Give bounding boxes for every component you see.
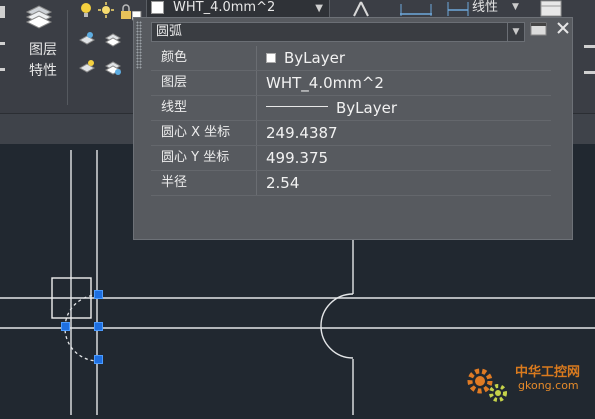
ribbon-separator: [67, 10, 68, 105]
property-value-center-x[interactable]: 249.4387: [266, 123, 338, 143]
column-divider: [256, 46, 257, 70]
column-divider: [256, 96, 257, 120]
property-value-linetype[interactable]: ByLayer: [266, 98, 397, 118]
arc-grip-end[interactable]: [94, 355, 103, 364]
arc-grip-mid[interactable]: [61, 322, 70, 331]
object-type-value: 圆弧: [156, 24, 183, 39]
layer-match-icon[interactable]: [78, 30, 96, 46]
ribbon-edge-right-icon-1[interactable]: [584, 40, 595, 56]
linetype-sample-icon: [266, 106, 328, 107]
sun-icon[interactable]: [98, 2, 114, 18]
property-value-color[interactable]: ByLayer: [266, 48, 345, 68]
property-value-layer[interactable]: WHT_4.0mm^2: [266, 73, 384, 93]
layer-combo[interactable]: WHT_4.0mm^2 ▼: [146, 0, 330, 18]
layer-combo-value: WHT_4.0mm^2: [173, 0, 276, 15]
column-divider: [256, 71, 257, 95]
property-key: 线型: [161, 100, 188, 115]
layer-properties-icon[interactable]: [24, 0, 54, 30]
column-divider: [256, 121, 257, 145]
layer-color-swatch: [151, 1, 164, 14]
dimension-linear-icon[interactable]: [398, 0, 432, 16]
property-row-center-x[interactable]: 圆心 X 坐标 249.4387: [151, 121, 551, 146]
watermark-title: 中华工控网: [515, 365, 581, 380]
close-icon[interactable]: [556, 20, 572, 36]
layer-group-label-line1[interactable]: 图层: [29, 43, 57, 57]
property-key: 圆心 X 坐标: [161, 125, 231, 140]
property-row-linetype[interactable]: 线型 ByLayer: [151, 96, 551, 121]
color-swatch-icon: [266, 52, 276, 63]
watermark-domain: gkong.com: [518, 379, 579, 392]
object-type-dropdown[interactable]: 圆弧 ▼: [151, 22, 525, 42]
chevron-down-icon: ▼: [507, 23, 524, 41]
dimension-icon[interactable]: [446, 0, 469, 16]
layer-isolate-icon[interactable]: [78, 58, 96, 74]
linetype-value: ByLayer: [336, 99, 397, 117]
panel-drag-handle[interactable]: [136, 21, 142, 69]
property-row-color[interactable]: 颜色 ByLayer: [151, 46, 551, 71]
linetype-dropdown-icon[interactable]: ▼: [512, 2, 528, 18]
layer-group-label-line2[interactable]: 特性: [29, 64, 57, 78]
table-icon[interactable]: [540, 0, 562, 17]
ribbon-edge-right-icon-2[interactable]: [584, 66, 595, 82]
customize-ui-icon[interactable]: [530, 21, 547, 37]
gear-icon: [467, 368, 507, 402]
ribbon-edge-icon-1[interactable]: [0, 4, 16, 20]
line-tool-icon[interactable]: [350, 0, 369, 17]
arc-grip-start[interactable]: [94, 290, 103, 299]
lightbulb-icon[interactable]: [78, 2, 94, 18]
property-key: 图层: [161, 75, 188, 90]
arc-grip-center[interactable]: [94, 322, 103, 331]
chevron-down-icon: ▼: [315, 3, 323, 14]
color-value: ByLayer: [284, 49, 345, 67]
layer-freeze-icon[interactable]: [104, 58, 122, 75]
property-row-layer[interactable]: 图层 WHT_4.0mm^2: [151, 71, 551, 96]
ribbon-edge-icon-2[interactable]: [0, 36, 16, 52]
property-key: 颜色: [161, 50, 188, 65]
ribbon-edge-icon-3[interactable]: [0, 62, 16, 78]
layer-previous-icon[interactable]: [104, 30, 122, 47]
linetype-label[interactable]: 线性: [472, 0, 498, 16]
watermark: 中华工控网 gkong.com: [460, 355, 595, 415]
